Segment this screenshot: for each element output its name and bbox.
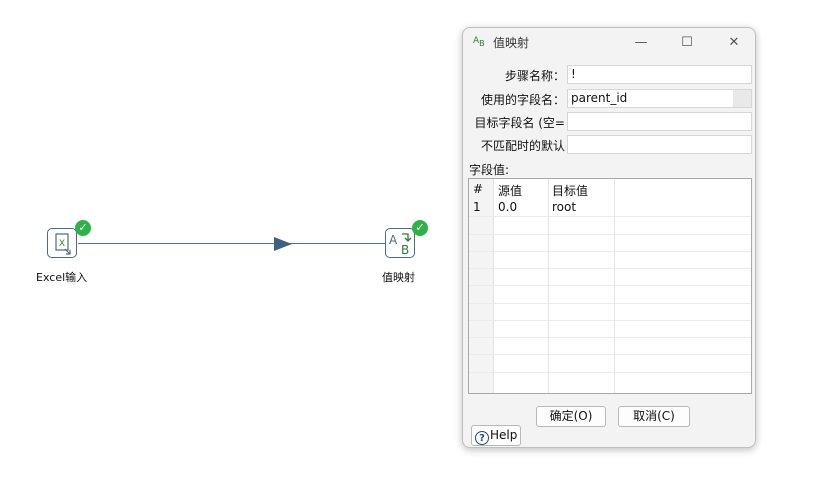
column-divider	[493, 179, 494, 393]
field-to-use-label: 使用的字段名：	[480, 93, 565, 107]
column-divider	[548, 179, 549, 393]
row-divider	[469, 216, 751, 217]
hop-arrow-icon	[274, 237, 292, 251]
close-button[interactable]: ✕	[716, 32, 752, 54]
maximize-button[interactable]: ☐	[669, 32, 705, 54]
column-header-num[interactable]: #	[473, 182, 483, 196]
row-divider	[469, 234, 751, 235]
default-value-label: 不匹配时的默认	[480, 139, 565, 153]
value-mapper-icon: AB	[473, 36, 485, 48]
row-divider	[469, 285, 751, 286]
value-mapper-step[interactable]: A B	[385, 228, 415, 258]
field-to-use-combo[interactable]: parent_id	[567, 89, 752, 108]
value-mapper-label: 值映射	[382, 271, 415, 284]
row-divider	[469, 251, 751, 252]
target-field-input[interactable]	[567, 112, 752, 131]
svg-text:B: B	[401, 243, 409, 257]
row-divider	[469, 320, 751, 321]
row-number: 1	[473, 200, 481, 214]
row-divider	[469, 268, 751, 269]
excel-file-icon: X	[55, 233, 71, 255]
row-divider	[469, 372, 751, 373]
default-value-input[interactable]	[567, 135, 752, 154]
help-label: Help	[490, 428, 518, 442]
field-to-use-value: parent_id	[571, 91, 628, 105]
excel-input-label: Excel输入	[36, 271, 88, 284]
excel-input-step[interactable]: X	[47, 228, 77, 258]
column-header-target[interactable]: 目标值	[552, 182, 588, 199]
help-icon: ?	[475, 431, 489, 445]
field-values-label: 字段值:	[469, 163, 510, 177]
help-button[interactable]: ? Help	[471, 425, 521, 446]
source-value-cell[interactable]: 0.0	[498, 200, 517, 214]
row-divider	[469, 354, 751, 355]
step-name-label: 步骤名称：	[504, 69, 565, 83]
column-header-source[interactable]: 源值	[498, 182, 522, 199]
minimize-button[interactable]: —	[623, 32, 659, 54]
ok-check-icon: ✓	[412, 220, 428, 236]
svg-text:A: A	[389, 233, 398, 247]
dropdown-button[interactable]	[733, 90, 751, 107]
step-name-input[interactable]: !	[567, 65, 752, 84]
target-field-label: 目标字段名 (空=	[474, 116, 565, 130]
row-divider	[469, 303, 751, 304]
value-mapper-icon: A B	[389, 233, 412, 257]
row-divider	[469, 337, 751, 338]
ok-check-icon: ✓	[75, 220, 91, 236]
svg-text:X: X	[59, 239, 65, 249]
column-divider	[614, 179, 615, 393]
cancel-button[interactable]: 取消(C)	[618, 406, 690, 427]
value-mapper-dialog: AB 值映射 — ☐ ✕ 步骤名称： ! 使用的字段名： parent_id 目…	[462, 27, 756, 448]
hop-line[interactable]	[78, 243, 386, 244]
target-value-cell[interactable]: root	[552, 200, 576, 214]
dialog-title: 值映射	[493, 36, 530, 50]
field-values-table[interactable]: # 源值 目标值 1 0.0 root	[468, 178, 752, 394]
dialog-titlebar[interactable]: AB 值映射 — ☐ ✕	[463, 28, 755, 58]
ok-button[interactable]: 确定(O)	[536, 406, 606, 427]
